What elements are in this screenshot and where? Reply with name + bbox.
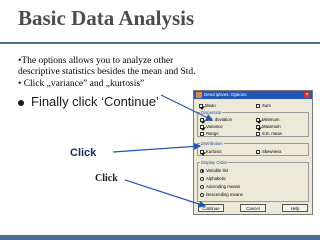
radio-icon xyxy=(200,192,204,197)
cancel-button[interactable]: Cancel xyxy=(240,204,266,212)
radio-icon xyxy=(200,184,204,189)
descending-means-radio[interactable]: Descending means xyxy=(200,192,243,197)
close-icon[interactable]: × xyxy=(304,92,310,98)
checkbox-icon xyxy=(199,103,203,108)
continue-button[interactable]: Continue xyxy=(198,204,224,212)
se-mean-checkbox[interactable]: S.E. mean xyxy=(256,131,282,136)
note-line-3: • Click „variance” and „kurtosis” xyxy=(18,79,145,89)
range-checkbox[interactable]: Range xyxy=(200,131,219,136)
note-line-1: •The options allows you to analyze other xyxy=(18,56,174,66)
checkbox-icon xyxy=(200,124,204,129)
checkbox-icon xyxy=(256,131,260,136)
checkbox-icon xyxy=(256,124,260,129)
ascending-means-radio[interactable]: Ascending means xyxy=(200,184,240,189)
footer-bar xyxy=(0,235,320,240)
app-icon xyxy=(196,92,202,98)
checkbox-icon xyxy=(256,149,260,154)
continue-instruction: Finally click ‘Continue’ xyxy=(18,94,159,109)
kurtosis-checkbox[interactable]: Kurtosis xyxy=(200,149,222,154)
dialog-titlebar: Descriptives: Options × xyxy=(194,91,312,99)
checkbox-icon xyxy=(200,149,204,154)
radio-icon xyxy=(200,168,204,173)
checkbox-icon xyxy=(256,117,260,122)
help-button[interactable]: Help xyxy=(282,204,308,212)
click-label-continue: Click xyxy=(95,173,118,184)
descriptives-options-dialog: Descriptives: Options × Mean Sum Dispers… xyxy=(193,90,313,215)
checkbox-icon xyxy=(256,103,260,108)
dispersion-group: Dispersion Std. deviation Minimum Varian… xyxy=(197,110,309,137)
click-label-kurtosis: Click xyxy=(70,147,97,159)
continue-instruction-text: Finally click ‘Continue’ xyxy=(31,94,159,109)
title-underline xyxy=(0,42,320,44)
variable-list-radio[interactable]: Variable list xyxy=(200,168,228,173)
std-deviation-checkbox[interactable]: Std. deviation xyxy=(200,117,232,122)
display-order-group: Display Order Variable list Alphabetic A… xyxy=(197,160,309,202)
variance-checkbox[interactable]: Variance xyxy=(200,124,223,129)
distribution-group: Distribution Kurtosis Skewness xyxy=(197,141,309,156)
minimum-checkbox[interactable]: Minimum xyxy=(256,117,279,122)
dialog-title: Descriptives: Options xyxy=(204,92,247,97)
arrow-to-kurtosis xyxy=(112,142,202,153)
note-line-2: descriptive statistics besides the mean … xyxy=(18,67,196,77)
maximum-checkbox[interactable]: Maximum xyxy=(256,124,281,129)
mean-checkbox[interactable]: Mean xyxy=(199,103,216,108)
bullet-icon xyxy=(18,99,24,106)
page-title: Basic Data Analysis xyxy=(18,6,195,30)
skewness-checkbox[interactable]: Skewness xyxy=(256,149,282,154)
radio-icon xyxy=(200,176,204,181)
checkbox-icon xyxy=(200,117,204,122)
checkbox-icon xyxy=(200,131,204,136)
sum-checkbox[interactable]: Sum xyxy=(256,103,271,108)
alphabetic-radio[interactable]: Alphabetic xyxy=(200,176,226,181)
